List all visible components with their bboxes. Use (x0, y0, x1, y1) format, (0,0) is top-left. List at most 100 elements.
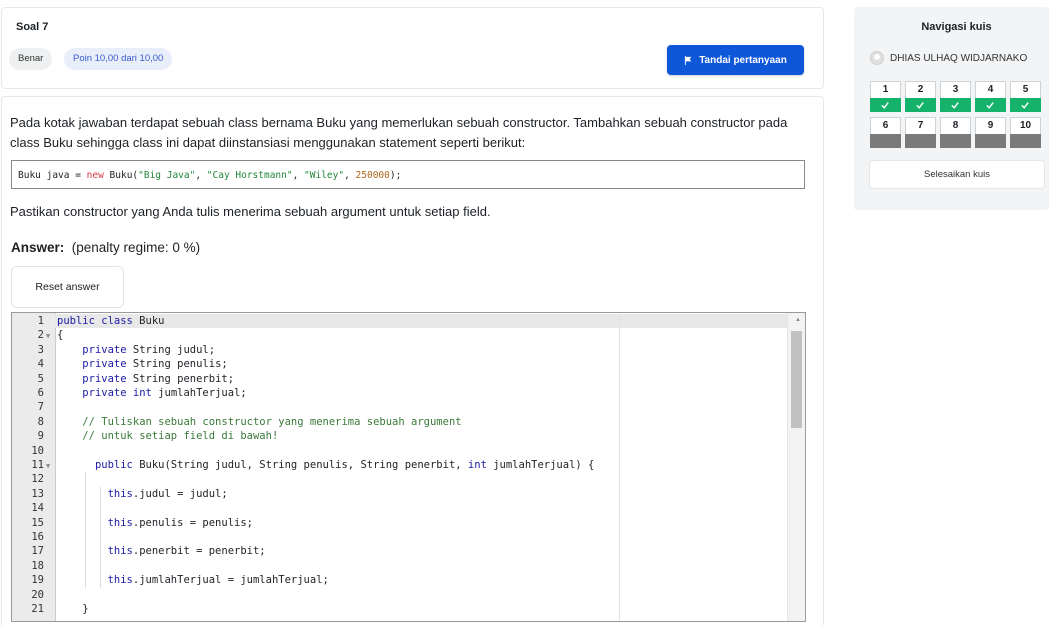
active-line-highlight (55, 314, 790, 329)
line-number-text: 12 (31, 473, 44, 486)
line-number: 6 (12, 386, 55, 400)
line-number-text: 7 (37, 401, 44, 414)
code-line[interactable]: // untuk setiap field di bawah! (57, 429, 278, 443)
code-sample-call: Buku( (103, 170, 139, 181)
code-text: .penerbit = penerbit; (132, 545, 266, 558)
code-text: String penerbit; (126, 372, 235, 385)
question-nav-button-8[interactable]: 8 (940, 117, 971, 148)
line-number: 8 (12, 415, 55, 429)
question-answered-indicator (1010, 98, 1041, 112)
question-nav-button-10[interactable]: 10 (1010, 117, 1041, 148)
code-text: .judul = judul; (132, 487, 228, 500)
check-icon (951, 102, 959, 109)
code-sample-new-keyword: new (86, 170, 104, 181)
question-nav-number: 6 (882, 120, 889, 131)
question-title: Soal 7 (16, 21, 49, 33)
code-sample-sep3: , (344, 170, 356, 181)
line-number: 17 (12, 544, 55, 558)
line-number-text: 13 (31, 487, 44, 500)
code-line[interactable]: private String penulis; (57, 357, 227, 371)
code-keyword: private (82, 358, 127, 371)
code-keyword: this (107, 574, 133, 587)
code-line[interactable]: this.judul = judul; (57, 487, 228, 501)
line-number-text: 6 (37, 387, 44, 399)
scroll-up-arrow-icon[interactable]: ▲ (795, 317, 801, 323)
code-editor[interactable]: 1 2 ▼ 3 4 5 6 7 8 9 10 11 ▼ 12 13 14 15 16 17 18 19 20 21 publ… (11, 312, 806, 622)
question-nav-number: 4 (987, 84, 994, 95)
line-number: 5 (12, 372, 55, 386)
quiz-navigation-title: Navigasi kuis (921, 21, 992, 33)
line-number-text: 21 (31, 603, 44, 615)
code-line[interactable]: this.penerbit = penerbit; (57, 544, 266, 558)
question-unanswered-indicator (905, 134, 936, 148)
code-keyword: private (82, 343, 127, 356)
code-line[interactable]: private int jumlahTerjual; (57, 386, 247, 400)
line-number-text: 11 (31, 459, 44, 471)
code-sample-arg4: 250000 (355, 170, 390, 181)
code-sample-prefix: Buku java = (18, 170, 87, 181)
question-answered-indicator (940, 98, 971, 112)
question-unanswered-indicator (975, 134, 1006, 148)
code-keyword: int (132, 387, 152, 399)
code-comment: // Tuliskan sebuah constructor yang mene… (82, 415, 462, 428)
code-keyword: public class (57, 315, 133, 327)
question-nav-button-2[interactable]: 2 (905, 81, 936, 112)
code-text: Buku(String judul, String penulis, Strin… (132, 459, 468, 471)
reset-answer-button[interactable]: Reset answer (11, 266, 124, 308)
line-number: 16 (12, 530, 55, 544)
line-number-text: 16 (31, 531, 44, 543)
question-nav-button-1[interactable]: 1 (870, 81, 901, 112)
code-line[interactable]: public Buku(String judul, String penulis… (57, 458, 594, 472)
code-line[interactable]: } (57, 602, 88, 616)
question-nav-button-5[interactable]: 5 (1010, 81, 1041, 112)
editor-vertical-scrollbar[interactable]: ▲ (787, 313, 805, 621)
avatar (870, 51, 884, 65)
question-nav-button-6[interactable]: 6 (870, 117, 901, 148)
line-number: 20 (12, 588, 55, 602)
line-number: 7 (12, 400, 55, 414)
code-line[interactable]: this.jumlahTerjual = jumlahTerjual; (57, 573, 329, 587)
code-text: jumlahTerjual; (151, 387, 247, 399)
check-icon (986, 102, 994, 109)
code-comment: // untuk setiap field di bawah! (82, 430, 279, 443)
indent-guide (100, 486, 101, 588)
question-nav-button-7[interactable]: 7 (905, 117, 936, 148)
points-badge: Poin 10,00 dari 10,00 (64, 48, 173, 70)
line-number: 2 ▼ (12, 328, 55, 342)
line-number-text: 17 (31, 545, 44, 558)
code-line[interactable]: // Tuliskan sebuah constructor yang mene… (57, 415, 462, 429)
code-line[interactable]: public class Buku (57, 314, 164, 328)
code-line[interactable]: { (57, 328, 63, 342)
question-nav-button-4[interactable]: 4 (975, 81, 1006, 112)
code-sample-sep2: , (292, 170, 305, 181)
line-number: 9 (12, 429, 55, 443)
code-line[interactable]: private String penerbit; (57, 372, 234, 386)
fold-arrow-icon[interactable]: ▼ (44, 329, 55, 343)
print-margin (619, 313, 620, 621)
line-number: 4 (12, 357, 55, 371)
finish-quiz-button[interactable]: Selesaikan kuis (869, 160, 1045, 189)
question-nav-number: 8 (952, 120, 959, 131)
line-number-text: 5 (37, 372, 44, 385)
code-text: jumlahTerjual) { (486, 459, 595, 471)
code-text: Buku (132, 315, 165, 327)
code-keyword: private (82, 372, 127, 385)
check-icon (916, 102, 924, 109)
fold-arrow-icon[interactable]: ▼ (44, 459, 55, 473)
question-nav-button-9[interactable]: 9 (975, 117, 1006, 148)
flag-question-button[interactable]: Tandai pertanyaan (667, 45, 804, 75)
question-nav-button-3[interactable]: 3 (940, 81, 971, 112)
scrollbar-thumb[interactable] (791, 331, 802, 428)
code-text: .penulis = penulis; (132, 516, 253, 529)
penalty-regime: (penalty regime: 0 %) (71, 240, 201, 255)
question-nav-number: 9 (987, 120, 994, 131)
code-line[interactable]: this.penulis = penulis; (57, 516, 253, 530)
code-line[interactable]: private String judul; (57, 343, 215, 357)
code-keyword: int (467, 459, 487, 471)
line-number: 13 (12, 487, 55, 501)
